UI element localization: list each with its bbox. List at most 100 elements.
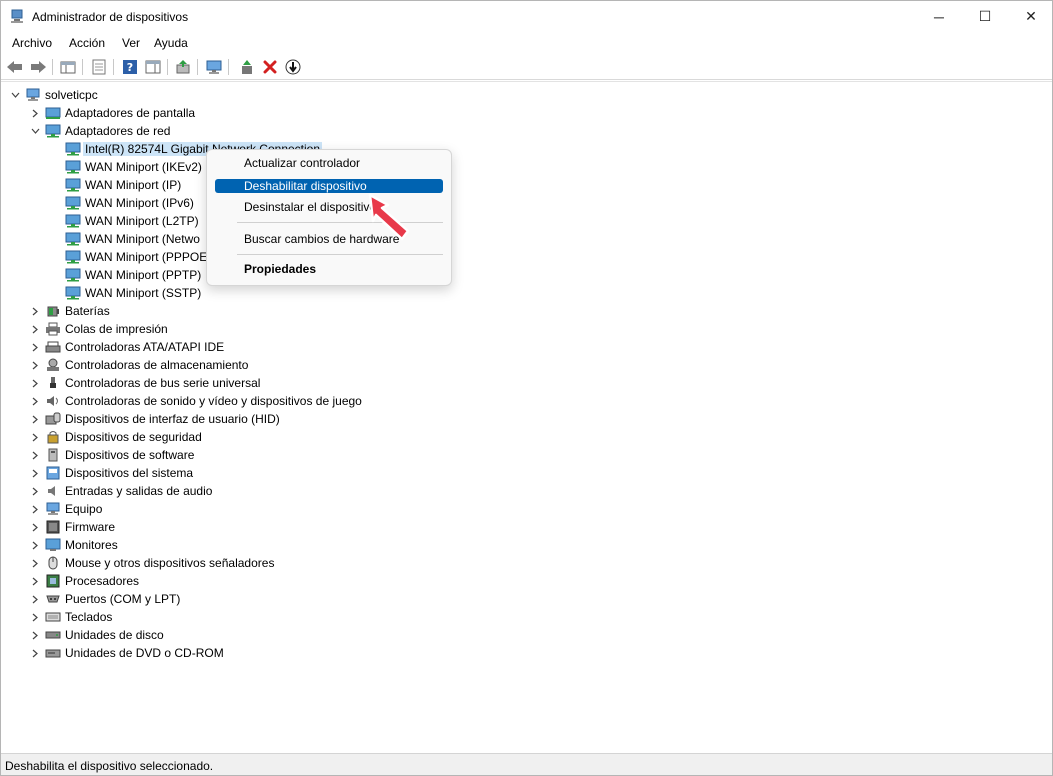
- expand-icon[interactable]: [29, 521, 41, 533]
- tree-node-controladoras-almacenamiento[interactable]: Controladoras de almacenamiento: [29, 356, 248, 374]
- expand-icon[interactable]: [29, 413, 41, 425]
- tree-child-wan-ip[interactable]: WAN Miniport (IP): [65, 176, 181, 194]
- expand-icon[interactable]: [29, 467, 41, 479]
- menu-accion[interactable]: Acción: [67, 35, 107, 51]
- tree-child-wan-ipv6[interactable]: WAN Miniport (IPv6): [65, 194, 194, 212]
- tree-node-equipo[interactable]: Equipo: [29, 500, 102, 518]
- tree-node-label: Colas de impresión: [65, 322, 168, 336]
- tree-node-label: Controladoras de bus serie universal: [65, 376, 261, 390]
- tree-node-baterias[interactable]: Baterías: [29, 302, 110, 320]
- expand-icon[interactable]: [29, 611, 41, 623]
- expand-icon[interactable]: [29, 557, 41, 569]
- tree-child-wan-ikev2[interactable]: WAN Miniport (IKEv2): [65, 158, 202, 176]
- expand-icon[interactable]: [29, 341, 41, 353]
- expand-icon[interactable]: [29, 359, 41, 371]
- expand-icon[interactable]: [29, 377, 41, 389]
- tree-node-adaptadores-red[interactable]: Adaptadores de red: [29, 122, 170, 140]
- menu-item-propiedades[interactable]: Propiedades: [215, 262, 443, 276]
- tree-node-label: Dispositivos de software: [65, 448, 195, 462]
- device-manager-window: Administrador de dispositivos ─ ☐ ✕ Arch…: [0, 0, 1053, 776]
- tree-node-controladoras-ata[interactable]: Controladoras ATA/ATAPI IDE: [29, 338, 224, 356]
- expand-icon[interactable]: [29, 629, 41, 641]
- tree-node-label: Firmware: [65, 520, 115, 534]
- tree-child-wan-sstp[interactable]: WAN Miniport (SSTP): [65, 284, 201, 302]
- network-adapter-icon: [65, 232, 81, 246]
- tree-node-teclados[interactable]: Teclados: [29, 608, 112, 626]
- tree-node-seguridad[interactable]: Dispositivos de seguridad: [29, 428, 202, 446]
- expand-icon[interactable]: [29, 431, 41, 443]
- expand-icon[interactable]: [29, 449, 41, 461]
- tree-node-label: Monitores: [65, 538, 118, 552]
- tree-node-colas-impresion[interactable]: Colas de impresión: [29, 320, 168, 338]
- tree-child-wan-pppoe[interactable]: WAN Miniport (PPPOE: [65, 248, 207, 266]
- tree-node-hid[interactable]: Dispositivos de interfaz de usuario (HID…: [29, 410, 280, 428]
- tree-node-monitores[interactable]: Monitores: [29, 536, 118, 554]
- expand-icon[interactable]: [29, 503, 41, 515]
- maximize-button[interactable]: ☐: [962, 1, 1008, 32]
- expand-icon[interactable]: [29, 107, 41, 119]
- menu-ver[interactable]: Ver: [120, 35, 142, 51]
- tree-node-procesadores[interactable]: Procesadores: [29, 572, 139, 590]
- tree-node-software[interactable]: Dispositivos de software: [29, 446, 194, 464]
- update-driver-icon[interactable]: [173, 57, 193, 77]
- tree-node-label: Mouse y otros dispositivos señaladores: [65, 556, 275, 570]
- tree-node-controladoras-sonido[interactable]: Controladoras de sonido y vídeo y dispos…: [29, 392, 362, 410]
- firmware-icon: [46, 520, 60, 534]
- network-adapter-icon: [65, 286, 81, 300]
- expand-icon[interactable]: [29, 647, 41, 659]
- menu-item-actualizar-controlador[interactable]: Actualizar controlador: [215, 156, 443, 170]
- port-icon: [46, 595, 60, 603]
- tree-child-label: WAN Miniport (SSTP): [85, 286, 202, 300]
- back-icon[interactable]: [5, 57, 25, 77]
- network-adapter-icon: [45, 124, 61, 138]
- tree-child-label: WAN Miniport (PPTP): [85, 268, 202, 282]
- tree-root[interactable]: solveticpc: [9, 86, 98, 104]
- expand-icon[interactable]: [29, 593, 41, 605]
- tree-node-firmware[interactable]: Firmware: [29, 518, 115, 536]
- expand-icon[interactable]: [29, 305, 41, 317]
- menu-ayuda[interactable]: Ayuda: [152, 35, 190, 51]
- tree-node-label: Dispositivos del sistema: [65, 466, 194, 480]
- device-tree: solveticpc Adaptadores de pantalla Adapt…: [1, 81, 1052, 753]
- tree-node-unidades-dvd[interactable]: Unidades de DVD o CD-ROM: [29, 644, 224, 662]
- tree-node-controladoras-usb[interactable]: Controladoras de bus serie universal: [29, 374, 260, 392]
- hid-icon: [45, 412, 61, 425]
- scan-hardware-icon[interactable]: [204, 57, 224, 77]
- expand-icon[interactable]: [29, 575, 41, 587]
- collapse-icon[interactable]: [9, 89, 21, 101]
- network-adapter-icon: [65, 268, 81, 282]
- monitor-icon: [45, 538, 61, 551]
- tree-node-unidades-disco[interactable]: Unidades de disco: [29, 626, 164, 644]
- close-button[interactable]: ✕: [1008, 1, 1053, 32]
- status-bar: Deshabilita el dispositivo seleccionado.: [1, 753, 1052, 775]
- disable-device-icon[interactable]: [283, 57, 303, 77]
- help-icon[interactable]: ?: [120, 57, 140, 77]
- minimize-button[interactable]: ─: [916, 1, 962, 32]
- expand-icon[interactable]: [29, 539, 41, 551]
- forward-icon[interactable]: [28, 57, 48, 77]
- security-device-icon: [47, 431, 59, 444]
- mouse-icon: [48, 556, 58, 570]
- tree-child-wan-l2tp[interactable]: WAN Miniport (L2TP): [65, 212, 199, 230]
- properties-icon[interactable]: [89, 57, 109, 77]
- tree-node-sistema[interactable]: Dispositivos del sistema: [29, 464, 193, 482]
- menu-separator: [237, 254, 443, 255]
- network-adapter-icon: [65, 160, 81, 174]
- tree-node-adaptadores-pantalla[interactable]: Adaptadores de pantalla: [29, 104, 195, 122]
- tree-child-label: WAN Miniport (IPv6): [85, 196, 194, 210]
- collapse-icon[interactable]: [29, 125, 41, 137]
- tree-node-puertos[interactable]: Puertos (COM y LPT): [29, 590, 180, 608]
- tree-child-wan-pptp[interactable]: WAN Miniport (PPTP): [65, 266, 201, 284]
- status-text: Deshabilita el dispositivo seleccionado.: [5, 759, 214, 773]
- tree-child-wan-network-monitor[interactable]: WAN Miniport (Netwo: [65, 230, 200, 248]
- expand-icon[interactable]: [29, 485, 41, 497]
- menu-archivo[interactable]: Archivo: [10, 35, 54, 51]
- expand-icon[interactable]: [29, 323, 41, 335]
- tree-node-audio[interactable]: Entradas y salidas de audio: [29, 482, 212, 500]
- show-hide-console-tree-icon[interactable]: [58, 57, 78, 77]
- action-pane-icon[interactable]: [143, 57, 163, 77]
- expand-icon[interactable]: [29, 395, 41, 407]
- tree-node-mouse[interactable]: Mouse y otros dispositivos señaladores: [29, 554, 274, 572]
- uninstall-device-icon[interactable]: [260, 57, 280, 77]
- enable-device-icon[interactable]: [237, 57, 257, 77]
